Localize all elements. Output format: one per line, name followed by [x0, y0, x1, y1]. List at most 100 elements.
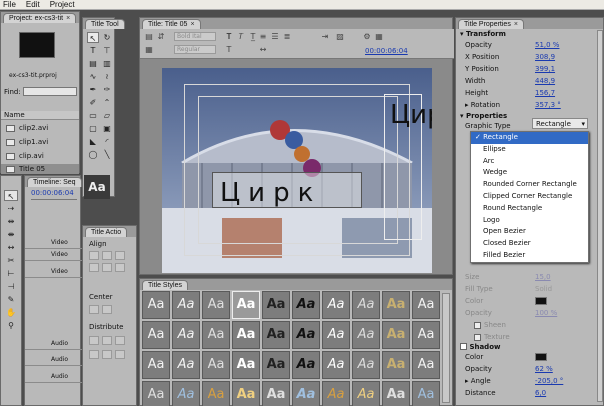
- style-swatch[interactable]: Aa: [292, 321, 320, 349]
- add-anchor-tool-icon[interactable]: ✐: [87, 97, 99, 108]
- style-swatch[interactable]: Aa: [172, 381, 200, 406]
- distribute-bottom-icon[interactable]: [115, 350, 125, 359]
- menu-item[interactable]: Rounded Corner Rectangle: [471, 179, 588, 191]
- convert-anchor-tool-icon[interactable]: ⌃: [101, 97, 113, 108]
- style-swatch[interactable]: Aa: [412, 291, 440, 319]
- fill-opacity-value[interactable]: 100 %: [535, 307, 557, 319]
- area-type-tool-icon[interactable]: ▤: [87, 58, 99, 69]
- distribute-middle-icon[interactable]: [102, 350, 112, 359]
- style-swatch[interactable]: Aa: [232, 291, 260, 319]
- selection-tool-icon[interactable]: ↖: [4, 190, 18, 201]
- style-swatch[interactable]: Aa: [352, 381, 380, 406]
- menu-item[interactable]: ✓ Rectangle: [471, 132, 588, 144]
- style-swatch[interactable]: Aa: [172, 351, 200, 379]
- distribute-top-icon[interactable]: [89, 350, 99, 359]
- size-value[interactable]: 15,0: [535, 271, 551, 283]
- slip-tool-icon[interactable]: ⊢: [4, 268, 18, 279]
- list-item[interactable]: Title 05: [1, 164, 79, 174]
- width-value[interactable]: 448,9: [535, 75, 555, 87]
- shadow-distance-value[interactable]: 6,0: [535, 387, 546, 399]
- ellipse-tool-icon[interactable]: ◯: [87, 149, 99, 160]
- shadow-color-swatch[interactable]: [535, 353, 547, 361]
- menu-item[interactable]: Closed Bezier: [471, 238, 588, 250]
- align-top-icon[interactable]: [89, 263, 99, 272]
- show-background-icon[interactable]: ▨: [335, 32, 345, 41]
- timeline-ruler[interactable]: [31, 199, 77, 207]
- line-tool-icon[interactable]: ╲: [101, 149, 113, 160]
- shadow-opacity-value[interactable]: 62 %: [535, 363, 553, 375]
- pen-tool-icon[interactable]: ✒: [87, 84, 99, 95]
- find-input[interactable]: [23, 87, 77, 96]
- name-column-header[interactable]: Name: [1, 111, 79, 120]
- horizontal-title-text[interactable]: Цирк: [220, 180, 321, 206]
- rotation-value[interactable]: 357,3 °: [535, 99, 561, 111]
- vertical-path-type-tool-icon[interactable]: ≀: [101, 71, 113, 82]
- style-swatch[interactable]: Aa: [292, 291, 320, 319]
- pen-tool-icon[interactable]: ✎: [4, 294, 18, 305]
- selection-tool-icon[interactable]: ↖: [87, 32, 99, 43]
- arc-tool-icon[interactable]: ◜: [101, 136, 113, 147]
- tab-title-tools[interactable]: Title Tool: [85, 19, 125, 29]
- style-swatch[interactable]: Aa: [142, 321, 170, 349]
- rounded-rectangle-tool-icon[interactable]: ▢: [87, 123, 99, 134]
- fill-type-value[interactable]: Solid: [535, 283, 552, 295]
- style-swatch[interactable]: Aa: [322, 321, 350, 349]
- style-swatch[interactable]: Aa: [232, 381, 260, 406]
- tab-timeline[interactable]: Timeline: Seq: [27, 177, 82, 187]
- bold-icon[interactable]: 𝐓: [224, 32, 234, 41]
- align-bottom-icon[interactable]: [115, 263, 125, 272]
- grid-icon[interactable]: ▦: [374, 32, 384, 41]
- title-canvas[interactable]: Цирк Цирк: [162, 68, 432, 273]
- razor-tool-icon[interactable]: ✂: [4, 255, 18, 266]
- type-tool-icon[interactable]: T: [87, 45, 99, 56]
- style-swatch[interactable]: Aa: [202, 381, 230, 406]
- style-swatch[interactable]: Aa: [412, 351, 440, 379]
- menu-item[interactable]: Clipped Corner Rectangle: [471, 191, 588, 203]
- style-swatch[interactable]: Aa: [352, 291, 380, 319]
- font-family-field[interactable]: Bold Ital: [174, 32, 216, 41]
- track-header[interactable]: Video: [25, 266, 82, 278]
- distribute-center-icon[interactable]: [102, 336, 112, 345]
- center-vertical-icon[interactable]: [102, 305, 112, 314]
- style-swatch[interactable]: Aa: [352, 321, 380, 349]
- style-swatch[interactable]: Aa: [382, 291, 410, 319]
- ripple-edit-tool-icon[interactable]: ⇹: [4, 216, 18, 227]
- menu-project[interactable]: Project: [50, 0, 75, 9]
- menu-item[interactable]: Ellipse: [471, 144, 588, 156]
- rotation-tool-icon[interactable]: ↻: [101, 32, 113, 43]
- style-swatch[interactable]: Aa: [262, 291, 290, 319]
- path-type-tool-icon[interactable]: ∿: [87, 71, 99, 82]
- underline-icon[interactable]: T̲: [248, 32, 258, 41]
- slide-tool-icon[interactable]: ⊣: [4, 281, 18, 292]
- style-swatch[interactable]: Aa: [172, 291, 200, 319]
- style-swatch[interactable]: Aa: [382, 381, 410, 406]
- menu-edit[interactable]: Edit: [26, 0, 40, 9]
- style-swatch[interactable]: Aa: [142, 291, 170, 319]
- round-rectangle-tool-icon[interactable]: ▣: [101, 123, 113, 134]
- font-size-icon[interactable]: T: [224, 45, 234, 54]
- style-swatch[interactable]: Aa: [322, 291, 350, 319]
- style-swatch[interactable]: Aa: [262, 321, 290, 349]
- rolling-edit-tool-icon[interactable]: ⇼: [4, 229, 18, 240]
- rate-stretch-tool-icon[interactable]: ↔: [4, 242, 18, 253]
- vertical-type-tool-icon[interactable]: ⊤: [101, 45, 113, 56]
- track-header[interactable]: Audio: [25, 338, 82, 350]
- graphic-type-dropdown[interactable]: Rectangle ▾: [532, 118, 588, 129]
- track-header[interactable]: Video: [25, 237, 82, 249]
- align-right-text-icon[interactable]: ≣: [282, 32, 292, 41]
- track-header[interactable]: Audio: [25, 371, 82, 383]
- close-icon[interactable]: ×: [190, 20, 194, 29]
- menu-item[interactable]: Open Bezier: [471, 226, 588, 238]
- shadow-checkbox[interactable]: [460, 343, 467, 350]
- style-swatch[interactable]: Aa: [292, 351, 320, 379]
- distribute-right-icon[interactable]: [115, 336, 125, 345]
- distribute-left-icon[interactable]: [89, 336, 99, 345]
- style-swatch[interactable]: Aa: [262, 381, 290, 406]
- align-middle-icon[interactable]: [102, 263, 112, 272]
- close-icon[interactable]: ×: [66, 14, 70, 23]
- clipped-rectangle-tool-icon[interactable]: ▱: [101, 110, 113, 121]
- close-icon[interactable]: ×: [514, 20, 518, 29]
- style-swatch[interactable]: Aa: [202, 351, 230, 379]
- style-swatch[interactable]: Aa: [352, 351, 380, 379]
- style-swatch[interactable]: Aa: [382, 351, 410, 379]
